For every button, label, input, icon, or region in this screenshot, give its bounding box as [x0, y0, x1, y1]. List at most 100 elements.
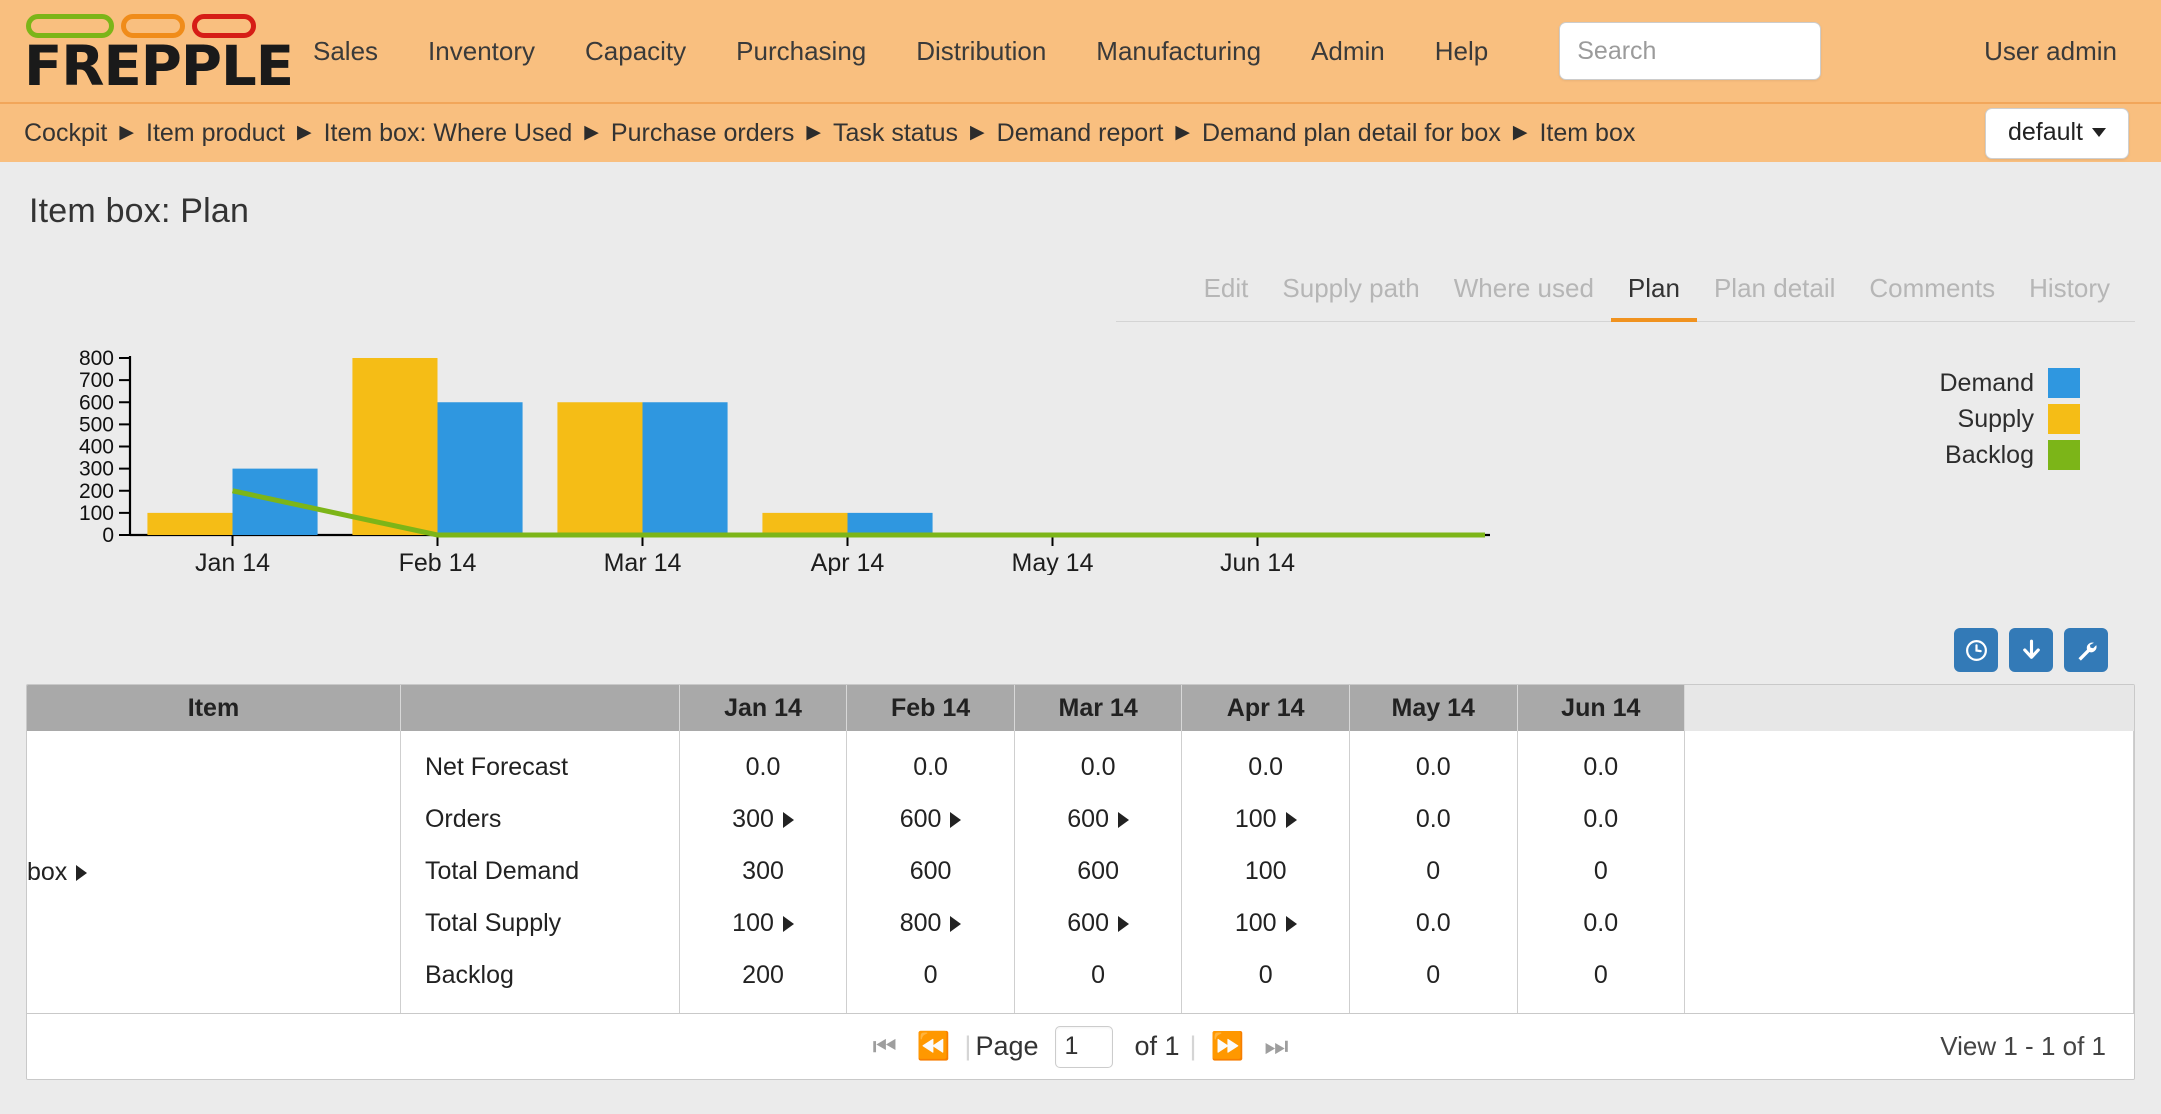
value-text: 0.0	[1415, 909, 1451, 937]
value-cell[interactable]: 600	[847, 793, 1014, 845]
download-button[interactable]	[2009, 628, 2053, 672]
value-text: 300	[742, 857, 784, 885]
value-text: 600	[1067, 805, 1109, 833]
table-header-feb-14[interactable]: Feb 14	[846, 685, 1015, 731]
breadcrumb-item-1[interactable]: Item product	[146, 119, 285, 148]
plan-table: Item Jan 14 Feb 14 Mar 14 Apr 14 May 14 Jun 14…	[27, 685, 2134, 1013]
nav-item-inventory[interactable]: Inventory	[403, 28, 560, 75]
nav-item-sales[interactable]: Sales	[288, 28, 403, 75]
value-text: 0.0	[745, 753, 781, 781]
drill-down-arrow-icon[interactable]	[782, 916, 794, 932]
page-title: Item box: Plan	[29, 192, 250, 230]
prev-page-button[interactable]: ⏪	[907, 1033, 961, 1060]
plan-chart-svg: 0100200300400500600700800 Jan 14 Feb 14 Mar…	[79, 350, 1490, 575]
tab-supply-path[interactable]: Supply path	[1265, 263, 1436, 322]
x-axis-tick-label: Feb 14	[399, 549, 477, 575]
settings-button[interactable]	[2064, 628, 2108, 672]
page-total-label: of 1	[1134, 1031, 1180, 1061]
breadcrumb-separator: ▶	[584, 121, 599, 143]
table-header-mar-14[interactable]: Mar 14	[1014, 685, 1183, 731]
first-page-button[interactable]: ⏮	[862, 1033, 906, 1060]
breadcrumb-item-4[interactable]: Task status	[833, 119, 958, 148]
value-text: 600	[1077, 857, 1119, 885]
nav-item-distribution[interactable]: Distribution	[891, 28, 1071, 75]
x-axis-tick-label: Jan 14	[195, 549, 270, 575]
nav-item-manufacturing[interactable]: Manufacturing	[1071, 28, 1286, 75]
breadcrumb-item-7[interactable]: Item box	[1539, 119, 1635, 148]
value-cell[interactable]: 100	[680, 897, 847, 949]
table-header-apr-14[interactable]: Apr 14	[1181, 685, 1350, 731]
metric-label-total-supply: Total Supply	[424, 909, 562, 937]
tab-where-used[interactable]: Where used	[1437, 263, 1611, 322]
value-cell[interactable]: 800	[847, 897, 1014, 949]
breadcrumb-item-3[interactable]: Purchase orders	[611, 119, 794, 148]
tab-edit[interactable]: Edit	[1187, 263, 1266, 322]
search-input[interactable]	[1559, 22, 1822, 80]
breadcrumb-separator: ▶	[1512, 121, 1528, 143]
drill-down-arrow-icon[interactable]	[782, 812, 794, 828]
item-name-cell[interactable]: box	[27, 731, 401, 1013]
table-header-may-14[interactable]: May 14	[1349, 685, 1518, 731]
history-button[interactable]	[1954, 628, 1998, 672]
value-cell: 0.0	[1518, 793, 1685, 845]
page-number-input[interactable]	[1054, 1025, 1113, 1068]
value-cell: 0.0	[1350, 793, 1517, 845]
plan-chart: 0 100 200 300 400 500 600 700 800 Jan 14 Feb 14 Mar…	[26, 350, 2135, 580]
value-cell: 0.0	[1518, 897, 1685, 949]
last-page-button[interactable]: ⏭	[1254, 1033, 1298, 1060]
plan-table-wrapper: Item Jan 14 Feb 14 Mar 14 Apr 14 May 14 Jun 14…	[26, 684, 2135, 1080]
tab-comments[interactable]: Comments	[1852, 263, 2012, 322]
value-text: 100	[1234, 909, 1277, 937]
tab-plan-detail[interactable]: Plan detail	[1697, 263, 1852, 322]
drill-down-arrow-icon[interactable]	[950, 916, 962, 932]
supply-bar	[352, 358, 438, 535]
drill-down-arrow-icon[interactable]	[1117, 916, 1129, 932]
y-axis-tick-label: 400	[79, 436, 114, 459]
next-page-button[interactable]: ⏩	[1201, 1033, 1255, 1060]
drill-down-arrow-icon[interactable]	[1285, 916, 1297, 932]
user-menu[interactable]: User admin	[1984, 36, 2135, 67]
tab-history[interactable]: History	[2012, 263, 2127, 322]
value-text: 600	[899, 805, 942, 833]
value-cell[interactable]: 100	[1182, 793, 1349, 845]
search-box[interactable]	[1559, 22, 1822, 80]
table-header-metric[interactable]	[400, 685, 680, 731]
legend-swatch	[2048, 368, 2080, 398]
breadcrumb-item-0[interactable]: Cockpit	[24, 119, 107, 148]
tab-plan[interactable]: Plan	[1610, 263, 1697, 322]
nav-item-purchasing[interactable]: Purchasing	[711, 28, 891, 75]
value-cell[interactable]: 600	[1015, 793, 1182, 845]
value-cell: 0.0	[1518, 741, 1685, 793]
supply-bar	[147, 512, 233, 535]
drill-down-arrow-icon[interactable]	[1117, 812, 1129, 828]
drill-down-arrow-icon[interactable]	[950, 812, 962, 828]
value-cell[interactable]: 100	[1182, 897, 1349, 949]
scenario-selector[interactable]: default	[1984, 107, 2129, 159]
value-cell: 0.0	[680, 741, 847, 793]
frepple-logo[interactable]: FREPPLE	[24, 10, 294, 93]
breadcrumb-item-6[interactable]: Demand plan detail for box	[1202, 119, 1501, 148]
x-axis-tick-label: May 14	[1012, 549, 1094, 575]
values-cell-mar-14: 0.0 600 600 600 0	[1014, 731, 1183, 1013]
y-axis-tick-label: 700	[79, 369, 114, 392]
nav-item-capacity[interactable]: Capacity	[560, 28, 711, 75]
breadcrumb-item-5[interactable]: Demand report	[997, 119, 1164, 148]
breadcrumb-item-2[interactable]: Item box: Where Used	[324, 119, 573, 148]
table-row[interactable]: box Net Forecast Orders Total Demand Total S…	[27, 731, 2134, 1013]
value-cell[interactable]: 600	[1015, 897, 1182, 949]
drill-down-arrow-icon[interactable]	[1285, 812, 1297, 828]
y-axis-tick-label: 300	[79, 458, 114, 481]
value-text: 0.0	[1583, 753, 1619, 781]
value-text: 800	[899, 909, 942, 937]
value-cell: 0.0	[1182, 741, 1349, 793]
nav-item-help[interactable]: Help	[1410, 28, 1513, 75]
pager-divider-right: |	[1189, 1031, 1197, 1061]
table-header-item[interactable]: Item	[27, 685, 401, 731]
breadcrumb-bar: Cockpit ▶ Item product ▶ Item box: Where Use…	[0, 104, 2161, 162]
table-header-jun-14[interactable]: Jun 14	[1517, 685, 1686, 731]
top-navigation-bar: FREPPLE Sales Inventory Capacity Purchasing…	[0, 0, 2161, 104]
table-header-jan-14[interactable]: Jan 14	[679, 685, 848, 731]
nav-item-admin[interactable]: Admin	[1286, 28, 1410, 75]
drill-down-arrow-icon[interactable]	[76, 864, 88, 881]
value-cell[interactable]: 300	[680, 793, 847, 845]
